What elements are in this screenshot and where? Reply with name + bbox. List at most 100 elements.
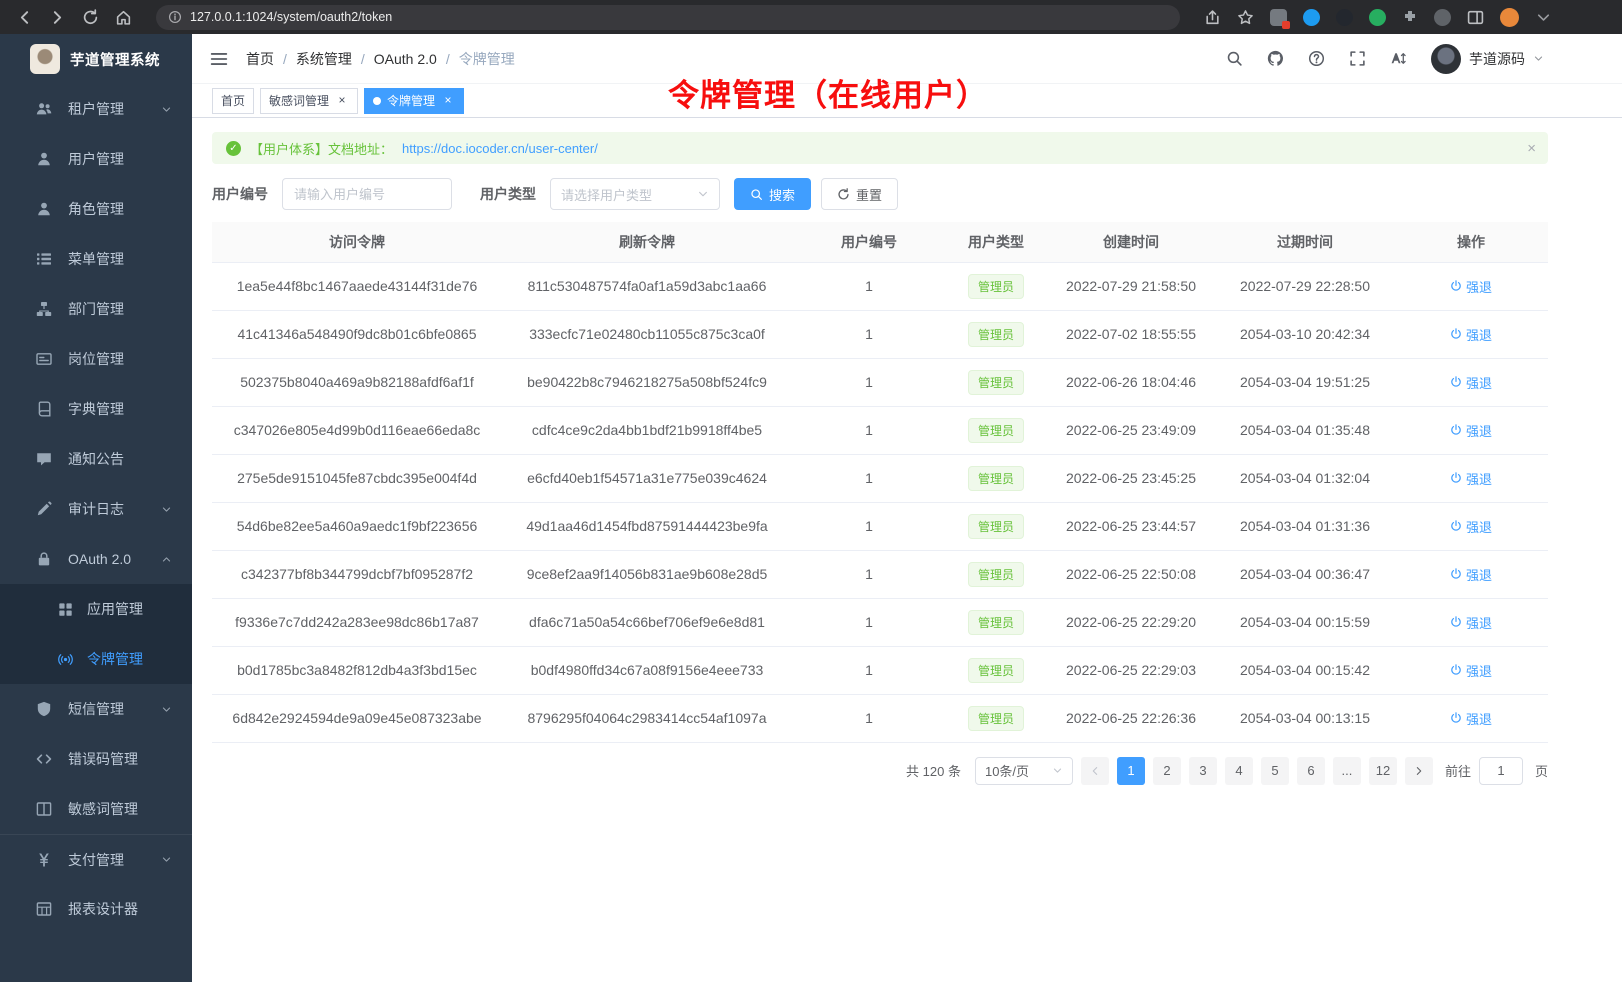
sidebar-item-oauth[interactable]: OAuth 2.0 [0,534,192,584]
goto-page-input[interactable] [1479,757,1523,785]
sidebar-item-dict[interactable]: 字典管理 [0,384,192,434]
main-area: 首页 / 系统管理 / OAuth 2.0 / 令牌管理 芋道源码 [192,34,1622,982]
site-info-icon[interactable] [168,10,182,24]
alert-text: 【用户体系】文档地址： [250,139,393,158]
split-view-icon[interactable] [1467,9,1484,26]
sidebar-item-sensitive[interactable]: 敏感词管理 [0,784,192,834]
page-button-2[interactable]: 2 [1153,757,1181,785]
home-icon[interactable] [115,9,132,26]
alert-close-icon[interactable]: × [1527,140,1536,157]
hamburger-icon[interactable] [210,50,228,68]
more-pages-button[interactable]: ... [1333,757,1361,785]
user-type-select[interactable]: 请选择用户类型 [550,178,720,210]
sidebar-item-audit[interactable]: 审计日志 [0,484,192,534]
sidebar-item-oauth-app[interactable]: 应用管理 [0,584,192,634]
sidebar-item-dept[interactable]: 部门管理 [0,284,192,334]
page-size-select[interactable]: 10条/页 [975,757,1073,785]
force-logout-button[interactable]: 强退 [1450,517,1492,536]
cell-access: 502375b8040a469a9b82188afdf6af1f [212,358,502,406]
force-logout-button[interactable]: 强退 [1450,709,1492,728]
prev-page-button[interactable] [1081,757,1109,785]
app-logo[interactable]: 芋道管理系统 [0,34,192,84]
back-icon[interactable] [16,9,33,26]
reset-button[interactable]: 重置 [821,178,898,210]
sidebar-item-sms[interactable]: 短信管理 [0,684,192,734]
user-menu[interactable]: 芋道源码 [1431,44,1544,74]
breadcrumb-system[interactable]: 系统管理 [296,49,352,69]
user-type-badge: 管理员 [968,274,1024,299]
force-logout-button[interactable]: 强退 [1450,373,1492,392]
force-logout-button[interactable]: 强退 [1450,421,1492,440]
tab-close-icon[interactable]: × [335,94,349,108]
sidebar-item-menu[interactable]: 菜单管理 [0,234,192,284]
alert-doc-link[interactable]: https://doc.iocoder.cn/user-center/ [402,141,598,156]
sidebar-item-notice[interactable]: 通知公告 [0,434,192,484]
tab-home[interactable]: 首页 [212,88,254,114]
breadcrumb-separator: / [446,51,450,67]
sidebar-item-tenant[interactable]: 租户管理 [0,84,192,134]
search-icon[interactable] [1226,50,1243,67]
address-bar[interactable]: 127.0.0.1:1024/system/oauth2/token [156,5,1180,30]
breadcrumb-home[interactable]: 首页 [246,49,274,69]
sidebar-item-role[interactable]: 角色管理 [0,184,192,234]
table-row: c342377bf8b344799dcbf7bf095287f29ce8ef2a… [212,550,1548,598]
user-type-badge: 管理员 [968,610,1024,635]
sidebar-item-oauth-token[interactable]: 令牌管理 [0,634,192,684]
forward-icon[interactable] [49,9,66,26]
extension-icon-dark[interactable] [1336,9,1353,26]
user-avatar [1431,44,1461,74]
breadcrumb-oauth[interactable]: OAuth 2.0 [374,51,437,67]
page-button-3[interactable]: 3 [1189,757,1217,785]
table-body: 1ea5e44f8bc1467aaede43144f31de76811c5304… [212,262,1548,742]
page-button-6[interactable]: 6 [1297,757,1325,785]
force-logout-icon [1450,520,1462,532]
chevron-down-icon [1052,765,1063,776]
font-size-icon[interactable] [1390,50,1407,67]
force-logout-button[interactable]: 强退 [1450,613,1492,632]
cell-refresh: 8796295f04064c2983414cc54af1097a [502,694,792,742]
force-logout-button[interactable]: 强退 [1450,469,1492,488]
sidebar-item-post[interactable]: 岗位管理 [0,334,192,384]
table-row: f9336e7c7dd242a283ee98dc86b17a87dfa6c71a… [212,598,1548,646]
fullscreen-icon[interactable] [1349,50,1366,67]
table-row: 41c41346a548490f9dc8b01c6bfe0865333ecfc7… [212,310,1548,358]
sidebar-item-pay[interactable]: 支付管理 [0,834,192,884]
next-page-button[interactable] [1405,757,1433,785]
cell-expires: 2054-03-04 00:15:59 [1216,598,1394,646]
force-logout-button[interactable]: 强退 [1450,661,1492,680]
extension-icon-green[interactable] [1369,9,1386,26]
sidebar-item-user[interactable]: 用户管理 [0,134,192,184]
force-logout-button[interactable]: 强退 [1450,325,1492,344]
pay-icon [36,852,52,868]
tab-close-icon[interactable]: × [441,94,455,108]
cell-created: 2022-07-02 18:55:55 [1046,310,1216,358]
tab-sensitive[interactable]: 敏感词管理× [260,88,358,114]
help-icon[interactable] [1308,50,1325,67]
page-button-1[interactable]: 1 [1117,757,1145,785]
force-logout-label: 强退 [1466,661,1492,680]
page-button-4[interactable]: 4 [1225,757,1253,785]
bookmark-star-icon[interactable] [1237,9,1254,26]
force-logout-button[interactable]: 强退 [1450,565,1492,584]
force-logout-icon [1450,664,1462,676]
cell-action: 强退 [1394,694,1548,742]
tab-token[interactable]: 令牌管理× [364,88,464,114]
browser-profile-avatar[interactable] [1500,8,1519,27]
force-logout-button[interactable]: 强退 [1450,277,1492,296]
extension-icon-blue[interactable] [1303,9,1320,26]
page-button-5[interactable]: 5 [1261,757,1289,785]
extension-icon-gray[interactable] [1434,9,1451,26]
github-icon[interactable] [1267,50,1284,67]
user-id-input[interactable] [282,178,452,210]
puzzle-extensions-icon[interactable] [1402,9,1418,25]
sidebar-item-report[interactable]: 报表设计器 [0,884,192,934]
column-header: 过期时间 [1216,222,1394,262]
page-button-12[interactable]: 12 [1369,757,1397,785]
share-icon[interactable] [1204,9,1221,26]
search-button[interactable]: 搜索 [734,178,811,210]
sidebar-item-errcode[interactable]: 错误码管理 [0,734,192,784]
menu-icon [36,251,52,267]
extension-icon-badged[interactable] [1270,9,1287,26]
browser-menu-caret-icon[interactable] [1535,9,1552,26]
reload-icon[interactable] [82,9,99,26]
